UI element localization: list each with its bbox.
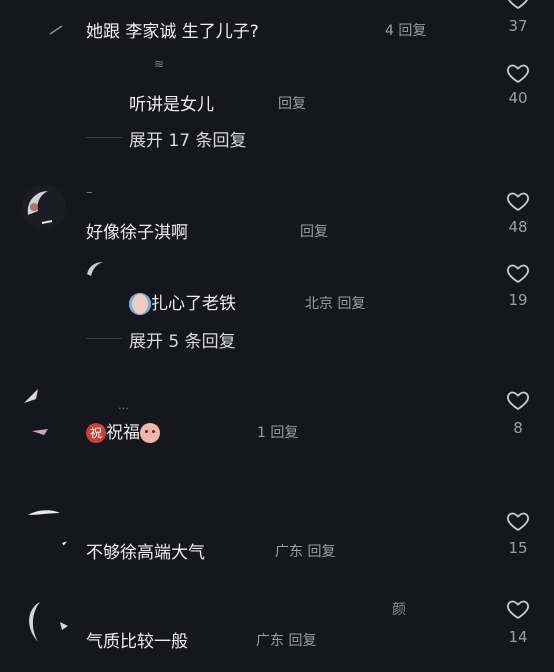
comment-6: 不够徐高端大气 广东 回复 15: [0, 505, 554, 565]
avatar[interactable]: [22, 507, 70, 553]
expand-replies-button[interactable]: 展开 5 条回复: [129, 327, 236, 352]
comment-text: 听讲是女儿: [129, 95, 214, 115]
comment-meta[interactable]: 1 回复: [257, 422, 298, 442]
comment-meta[interactable]: 广东 回复: [256, 630, 316, 650]
avatar[interactable]: [48, 18, 66, 36]
zhu-badge-icon: 祝: [86, 423, 106, 443]
username: –: [86, 185, 93, 200]
username: ≋: [154, 57, 165, 71]
comment-meta[interactable]: 回复: [300, 221, 328, 241]
expand-divider: [86, 338, 122, 339]
like-count: 15: [508, 539, 528, 557]
like-count: 19: [508, 291, 528, 309]
expand-replies-button[interactable]: 展开 17 条回复: [129, 126, 246, 151]
face-emoji-icon: [140, 423, 160, 443]
comment-7: 颜 气质比较一般 广东 回复 14: [0, 596, 554, 656]
comment-text: 她跟 李家诚 生了儿子?: [86, 22, 259, 42]
like-count: 8: [513, 419, 523, 437]
heart-icon[interactable]: [505, 596, 531, 622]
comment-text: 好像徐子淇啊: [86, 223, 188, 243]
like-count: 14: [508, 628, 528, 646]
comment-meta[interactable]: 北京 回复: [305, 293, 365, 313]
heart-icon[interactable]: [505, 188, 531, 214]
avatar[interactable]: [22, 185, 66, 229]
comment-meta[interactable]: 广东 回复: [275, 541, 335, 561]
comment-1: 她跟 李家诚 生了儿子? 4 回复 37: [0, 0, 554, 50]
avatar[interactable]: [20, 598, 70, 646]
comment-2: ≋ 听讲是女儿 回复 40 展开 17 条回复: [0, 55, 554, 155]
comment-text: 祝祝福: [86, 418, 160, 443]
crying-emoji-icon: [129, 293, 151, 315]
comment-text: 扎心了老铁: [129, 289, 236, 315]
avatar[interactable]: [85, 258, 105, 278]
comment-3: – 好像徐子淇啊 回复 48: [0, 185, 554, 245]
expand-divider: [86, 137, 122, 138]
comment-meta[interactable]: 回复: [278, 93, 306, 113]
comment-5: … 祝祝福 1 回复 8: [0, 385, 554, 445]
comment-text: 不够徐高端大气: [86, 543, 205, 563]
comment-meta[interactable]: 4 回复: [385, 20, 426, 40]
username: …: [118, 399, 129, 412]
comment-4: 扎心了老铁 北京 回复 19 展开 5 条回复: [0, 256, 554, 356]
heart-icon[interactable]: [505, 387, 531, 413]
like-count: 40: [508, 89, 528, 107]
heart-icon[interactable]: [505, 508, 531, 534]
like-count: 37: [508, 17, 528, 35]
username: 颜: [392, 602, 406, 618]
heart-icon[interactable]: [505, 260, 531, 286]
heart-icon[interactable]: [505, 60, 531, 86]
like-count: 48: [508, 218, 528, 236]
avatar[interactable]: [22, 387, 54, 439]
comment-text: 气质比较一般: [86, 632, 188, 652]
